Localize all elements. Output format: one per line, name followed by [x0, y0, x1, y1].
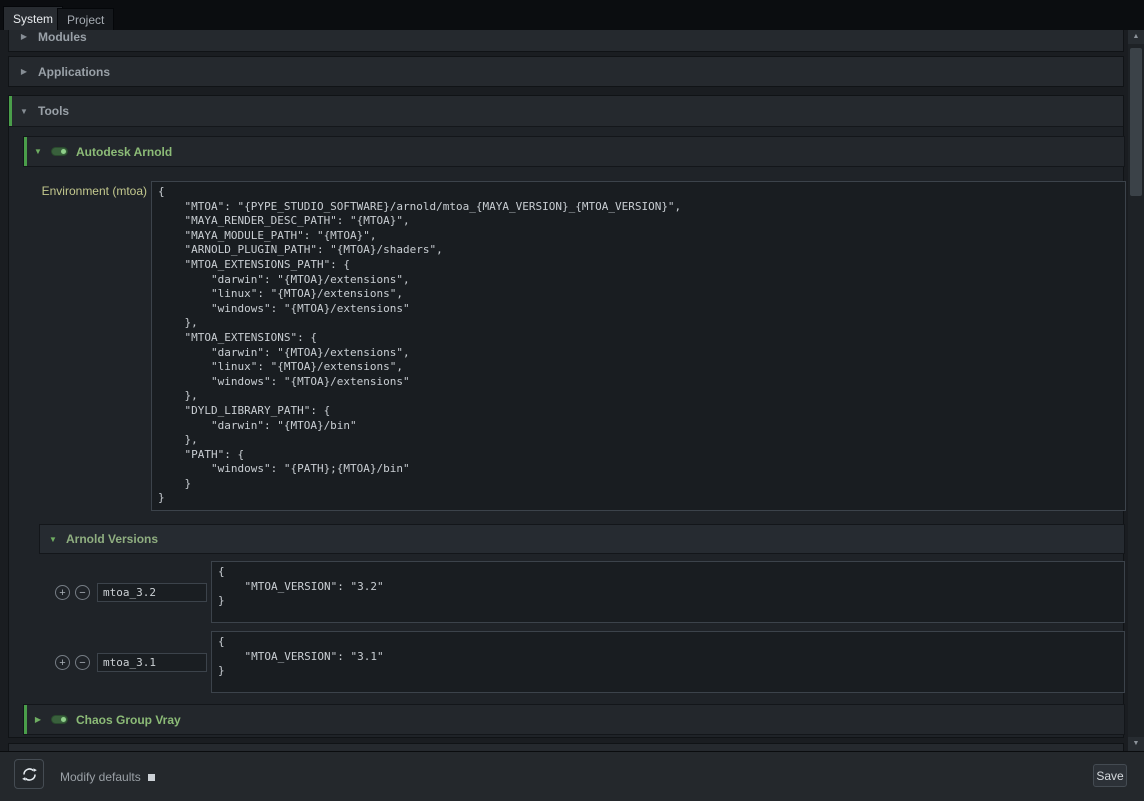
footer-bar: Modify defaults Save [0, 751, 1144, 801]
chevron-right-icon: ▶ [19, 32, 29, 41]
vertical-scrollbar[interactable]: ▲ ▼ [1128, 30, 1144, 751]
arnold-versions-header[interactable]: ▼ Arnold Versions [39, 524, 1125, 554]
version-name-input[interactable] [97, 583, 207, 602]
settings-window: System Project ▶ Modules ▶ Applications … [0, 0, 1144, 801]
version-name-input[interactable] [97, 653, 207, 672]
tab-bar: System Project [0, 0, 1144, 30]
group-autodesk-arnold: ▼ Autodesk Arnold Environment (mtoa) { "… [23, 136, 1125, 512]
scroll-down-button[interactable]: ▼ [1128, 737, 1144, 751]
section-tools-header[interactable]: ▼ Tools [9, 96, 1123, 127]
version-env-textarea[interactable]: { "MTOA_VERSION": "3.2" } [211, 561, 1125, 623]
chevron-right-icon: ▶ [33, 715, 43, 724]
section-modules-header[interactable]: ▶ Modules [9, 30, 1123, 51]
group-vray-header[interactable]: ▶ Chaos Group Vray [23, 704, 1125, 735]
environment-mtoa-textarea[interactable]: { "MTOA": "{PYPE_STUDIO_SOFTWARE}/arnold… [151, 181, 1126, 511]
modified-indicator-edge [24, 137, 27, 166]
modify-defaults-label: Modify defaults [60, 752, 141, 801]
version-row: + − { "MTOA_VERSION": "3.1" } [39, 631, 1125, 693]
version-env-textarea[interactable]: { "MTOA_VERSION": "3.1" } [211, 631, 1125, 693]
modified-indicator-edge [9, 96, 12, 126]
section-applications: ▶ Applications [8, 56, 1124, 87]
remove-version-button[interactable]: − [75, 585, 90, 600]
scroll-up-button[interactable]: ▲ [1128, 30, 1144, 44]
remove-version-button[interactable]: − [75, 655, 90, 670]
enabled-toggle[interactable] [51, 715, 68, 724]
version-row: + − { "MTOA_VERSION": "3.2" } [39, 561, 1125, 623]
next-section-partial [8, 743, 1124, 751]
refresh-button[interactable] [14, 759, 44, 789]
section-applications-header[interactable]: ▶ Applications [9, 57, 1123, 86]
modify-defaults-checkbox[interactable] [148, 774, 155, 781]
chevron-down-icon: ▼ [48, 535, 58, 544]
save-button[interactable]: Save [1093, 764, 1127, 787]
tab-system-label: System [13, 12, 53, 26]
group-arnold-header[interactable]: ▼ Autodesk Arnold [23, 136, 1125, 167]
chevron-down-icon: ▼ [33, 147, 43, 156]
add-version-button[interactable]: + [55, 585, 70, 600]
tab-project[interactable]: Project [57, 8, 114, 30]
section-tools: ▼ Tools ▼ Autodesk Arnold Environment (m… [8, 95, 1124, 738]
scrollbar-thumb[interactable] [1130, 48, 1142, 196]
group-arnold-title: Autodesk Arnold [76, 145, 172, 159]
chevron-down-icon: ▼ [19, 107, 29, 116]
group-vray-title: Chaos Group Vray [76, 713, 181, 727]
tab-system[interactable]: System [3, 6, 63, 30]
group-arnold-versions: ▼ Arnold Versions + − { "MTOA_VERSION": … [39, 524, 1125, 694]
section-modules-label: Modules [38, 30, 87, 44]
refresh-icon [21, 766, 38, 783]
settings-scroll-area: ▶ Modules ▶ Applications ▼ Tools ▼ [0, 30, 1128, 751]
section-tools-label: Tools [38, 104, 69, 118]
arnold-versions-title: Arnold Versions [66, 532, 158, 546]
chevron-right-icon: ▶ [19, 67, 29, 76]
section-modules: ▶ Modules [8, 30, 1124, 52]
add-version-button[interactable]: + [55, 655, 70, 670]
enabled-toggle[interactable] [51, 147, 68, 156]
environment-mtoa-label: Environment (mtoa) [23, 184, 147, 198]
tab-project-label: Project [67, 13, 104, 27]
modified-indicator-edge [24, 705, 27, 734]
section-applications-label: Applications [38, 65, 110, 79]
